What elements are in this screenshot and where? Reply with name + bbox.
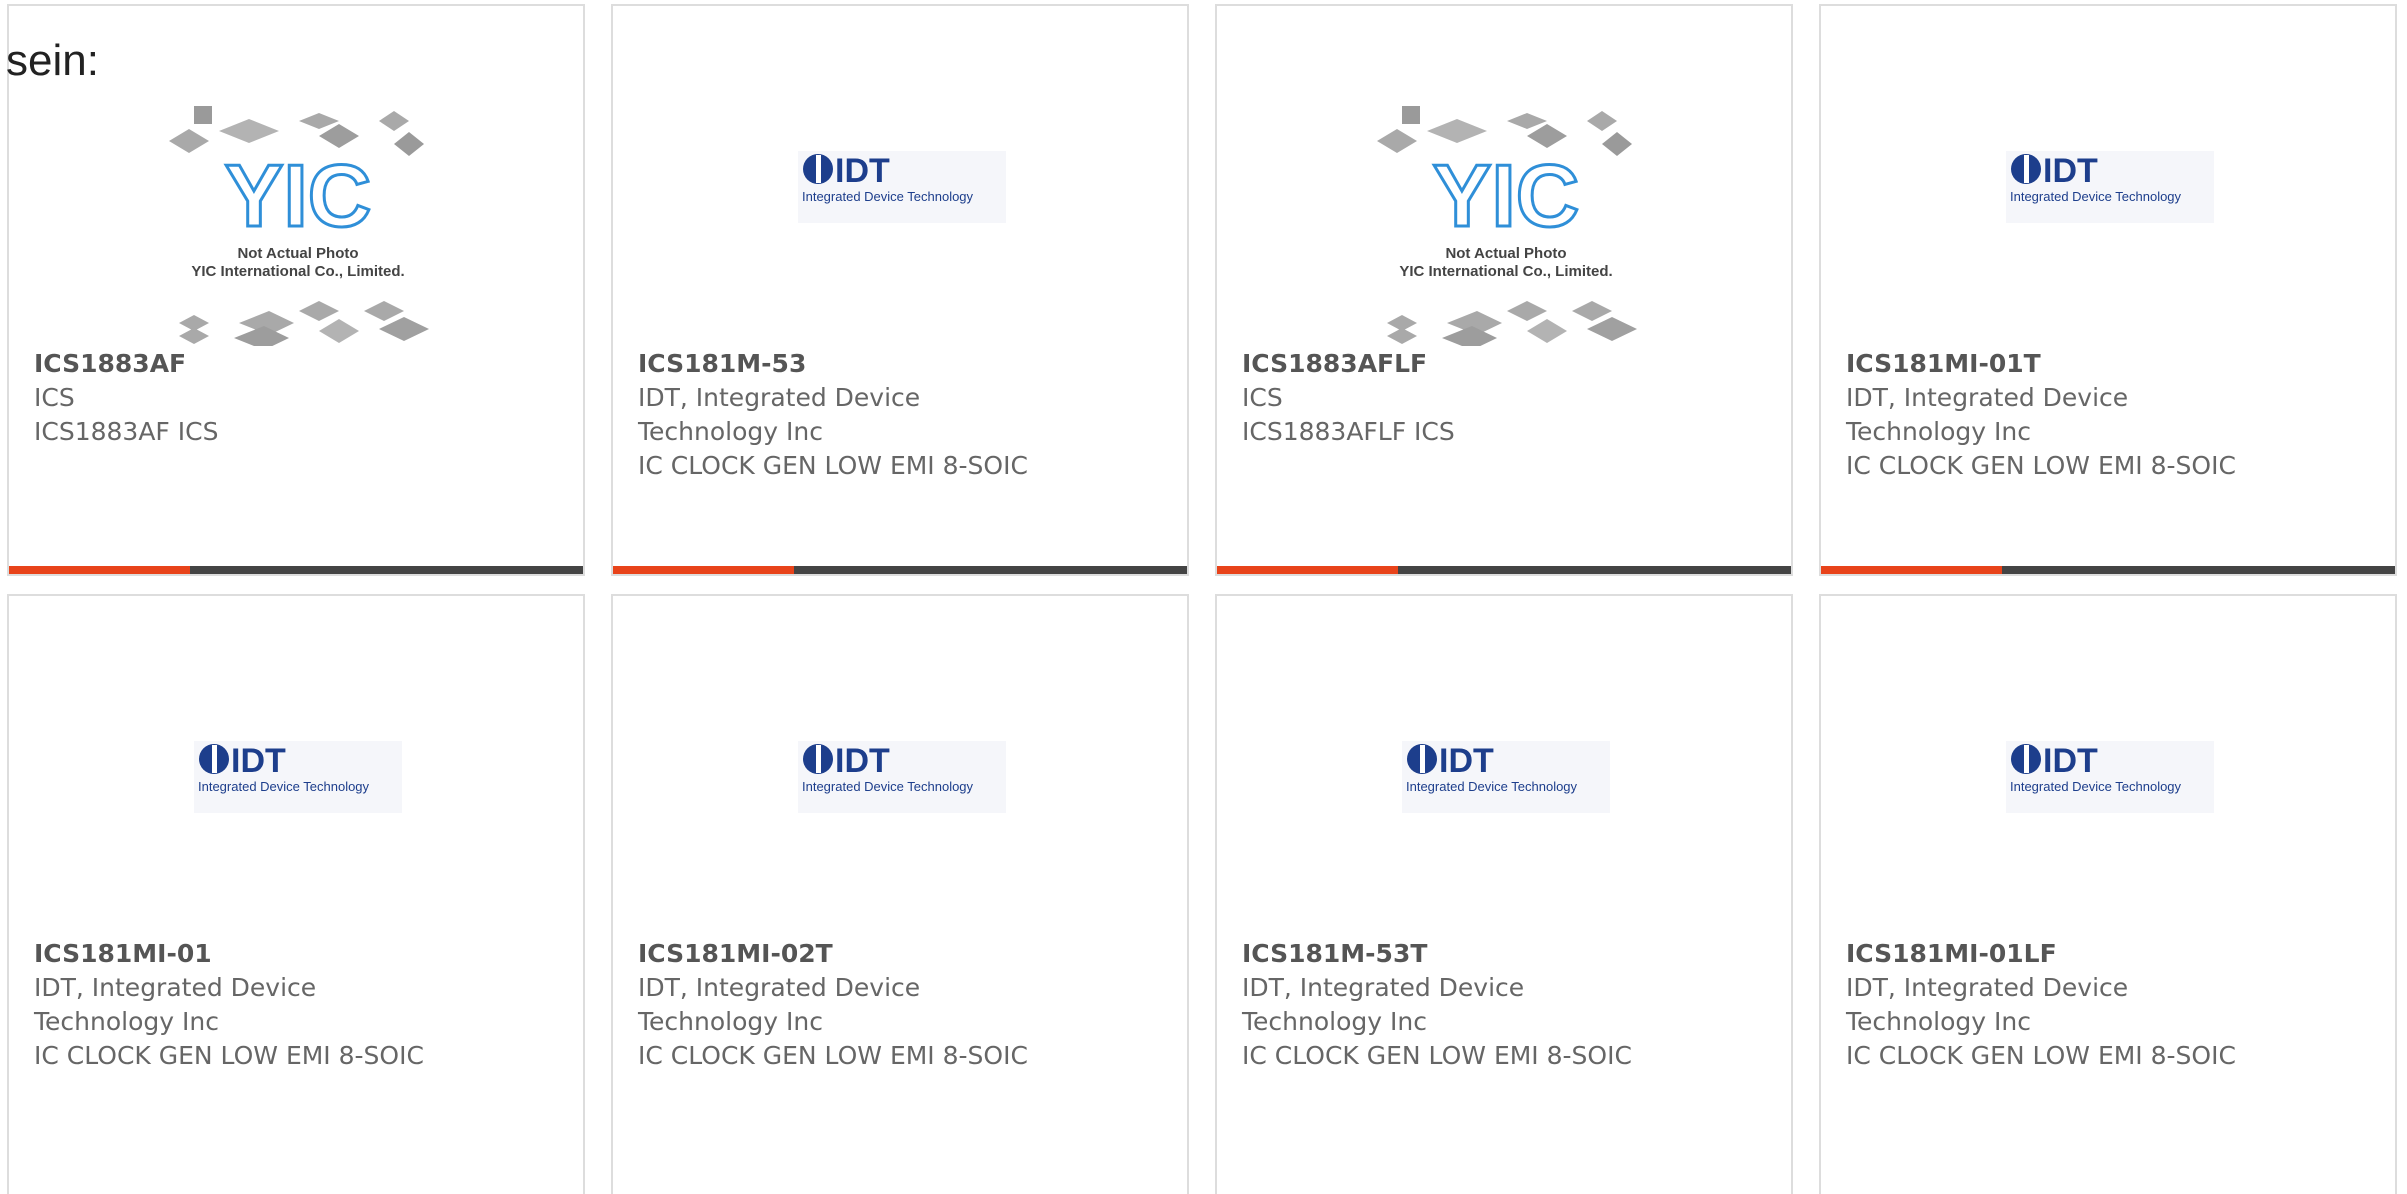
- card-hover-bar-accent: [1821, 566, 2002, 574]
- svg-text:YIC International Co., Limited: YIC International Co., Limited.: [1399, 263, 1612, 280]
- svg-text:IDT: IDT: [231, 742, 286, 780]
- product-image: IDT Integrated Device Technology: [1821, 651, 2395, 936]
- svg-text:IDT: IDT: [1439, 742, 1494, 780]
- product-image: YIC Not Actual Photo YIC International C…: [9, 61, 583, 350]
- card-hover-bar: [9, 566, 583, 574]
- manufacturer-name: IDT, Integrated Device Technology Inc: [1846, 973, 2129, 1036]
- product-card[interactable]: IDT Integrated Device Technology ICS181M…: [1819, 4, 2397, 576]
- product-description: IC CLOCK GEN LOW EMI 8-SOIC: [1846, 451, 2236, 480]
- part-number[interactable]: ICS181MI-01: [34, 937, 454, 971]
- part-number[interactable]: ICS181M-53: [638, 347, 1058, 381]
- part-number[interactable]: ICS181M-53T: [1242, 937, 1662, 971]
- product-info: ICS181MI-01LF IDT, Integrated Device Tech…: [1846, 937, 2266, 1073]
- idt-logo-image: IDT Integrated Device Technology: [2006, 741, 2214, 813]
- part-number[interactable]: ICS1883AFLF: [1242, 347, 1662, 381]
- manufacturer-name: IDT, Integrated Device Technology Inc: [1242, 973, 1525, 1036]
- product-image: IDT Integrated Device Technology: [9, 651, 583, 936]
- manufacturer-name: IDT, Integrated Device Technology Inc: [638, 973, 921, 1036]
- product-description: ICS1883AF ICS: [34, 417, 219, 446]
- manufacturer-name: ICS: [34, 383, 75, 412]
- product-info: ICS181M-53T IDT, Integrated Device Techno…: [1242, 937, 1662, 1073]
- product-info: ICS181M-53 IDT, Integrated Device Technol…: [638, 347, 1058, 483]
- card-hover-bar-accent: [1217, 566, 1398, 574]
- part-number[interactable]: ICS1883AF: [34, 347, 454, 381]
- idt-logo-image: IDT Integrated Device Technology: [1402, 741, 1610, 813]
- yic-placeholder-image: YIC Not Actual Photo YIC International C…: [169, 106, 429, 350]
- svg-text:YIC International Co., Limited: YIC International Co., Limited.: [191, 263, 404, 280]
- product-image: YIC Not Actual Photo YIC International C…: [1217, 61, 1791, 350]
- product-image: IDT Integrated Device Technology: [1821, 61, 2395, 346]
- svg-text:Integrated Device Technology: Integrated Device Technology: [2010, 779, 2182, 794]
- product-card[interactable]: YIC Not Actual Photo YIC International C…: [1215, 4, 1793, 576]
- product-info: ICS1883AF ICS ICS1883AF ICS: [34, 347, 454, 449]
- product-card[interactable]: IDT Integrated Device Technology ICS181M…: [1215, 594, 1793, 1194]
- product-info: ICS1883AFLF ICS ICS1883AFLF ICS: [1242, 347, 1662, 449]
- idt-logo-image: IDT Integrated Device Technology: [194, 741, 402, 813]
- card-hover-bar: [1821, 566, 2395, 574]
- product-info: ICS181MI-01T IDT, Integrated Device Techn…: [1846, 347, 2266, 483]
- svg-text:IDT: IDT: [835, 152, 890, 190]
- page-label: sein:: [6, 36, 99, 85]
- product-description: ICS1883AFLF ICS: [1242, 417, 1455, 446]
- product-info: ICS181MI-01 IDT, Integrated Device Techno…: [34, 937, 454, 1073]
- svg-text:Not Actual Photo: Not Actual Photo: [237, 245, 358, 262]
- product-grid: YIC Not Actual Photo YIC International C…: [0, 0, 2407, 1194]
- part-number[interactable]: ICS181MI-01T: [1846, 347, 2266, 381]
- svg-text:Integrated Device Technology: Integrated Device Technology: [198, 779, 370, 794]
- product-card[interactable]: IDT Integrated Device Technology ICS181M…: [1819, 594, 2397, 1194]
- manufacturer-name: IDT, Integrated Device Technology Inc: [34, 973, 317, 1036]
- part-number[interactable]: ICS181MI-01LF: [1846, 937, 2266, 971]
- product-image: IDT Integrated Device Technology: [1217, 651, 1791, 936]
- product-card[interactable]: IDT Integrated Device Technology ICS181M…: [7, 594, 585, 1194]
- idt-logo-image: IDT Integrated Device Technology: [798, 741, 1006, 813]
- manufacturer-name: IDT, Integrated Device Technology Inc: [1846, 383, 2129, 446]
- product-card[interactable]: IDT Integrated Device Technology ICS181M…: [611, 594, 1189, 1194]
- card-hover-bar: [613, 566, 1187, 574]
- idt-logo-image: IDT Integrated Device Technology: [2006, 151, 2214, 223]
- product-description: IC CLOCK GEN LOW EMI 8-SOIC: [34, 1041, 424, 1070]
- product-card[interactable]: YIC Not Actual Photo YIC International C…: [7, 4, 585, 576]
- svg-text:Integrated Device Technology: Integrated Device Technology: [1406, 779, 1578, 794]
- product-card[interactable]: IDT Integrated Device Technology ICS181M…: [611, 4, 1189, 576]
- svg-text:Integrated Device Technology: Integrated Device Technology: [802, 779, 974, 794]
- svg-text:IDT: IDT: [2043, 742, 2098, 780]
- card-hover-bar-accent: [9, 566, 190, 574]
- product-description: IC CLOCK GEN LOW EMI 8-SOIC: [638, 1041, 1028, 1070]
- manufacturer-name: ICS: [1242, 383, 1283, 412]
- product-image: IDT Integrated Device Technology: [613, 61, 1187, 346]
- yic-placeholder-image: YIC Not Actual Photo YIC International C…: [1377, 106, 1637, 350]
- card-hover-bar-accent: [613, 566, 794, 574]
- product-image: IDT Integrated Device Technology: [613, 651, 1187, 936]
- svg-text:Integrated Device Technology: Integrated Device Technology: [802, 189, 974, 204]
- product-description: IC CLOCK GEN LOW EMI 8-SOIC: [638, 451, 1028, 480]
- svg-text:YIC: YIC: [1433, 146, 1580, 245]
- svg-text:IDT: IDT: [2043, 152, 2098, 190]
- product-info: ICS181MI-02T IDT, Integrated Device Techn…: [638, 937, 1058, 1073]
- svg-text:IDT: IDT: [835, 742, 890, 780]
- svg-text:YIC: YIC: [225, 146, 372, 245]
- product-description: IC CLOCK GEN LOW EMI 8-SOIC: [1846, 1041, 2236, 1070]
- part-number[interactable]: ICS181MI-02T: [638, 937, 1058, 971]
- card-hover-bar: [1217, 566, 1791, 574]
- product-description: IC CLOCK GEN LOW EMI 8-SOIC: [1242, 1041, 1632, 1070]
- svg-text:Integrated Device Technology: Integrated Device Technology: [2010, 189, 2182, 204]
- manufacturer-name: IDT, Integrated Device Technology Inc: [638, 383, 921, 446]
- idt-logo-image: IDT Integrated Device Technology: [798, 151, 1006, 223]
- svg-text:Not Actual Photo: Not Actual Photo: [1445, 245, 1566, 262]
